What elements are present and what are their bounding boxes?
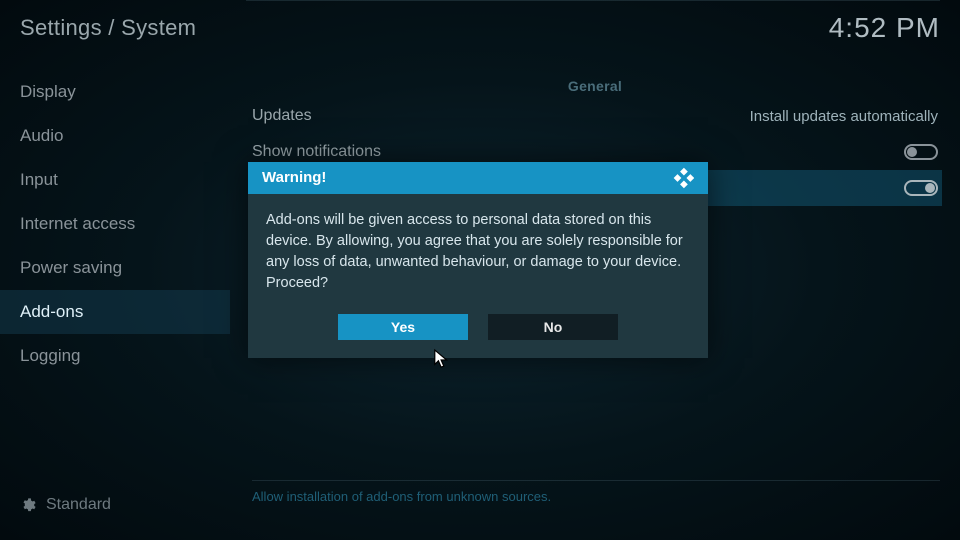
dialog-title: Warning! xyxy=(262,169,326,186)
dialog-overlay: Warning! Add-ons will be given access to… xyxy=(0,0,960,540)
no-button[interactable]: No xyxy=(488,314,618,340)
kodi-icon xyxy=(672,167,694,189)
warning-dialog: Warning! Add-ons will be given access to… xyxy=(248,162,708,358)
dialog-body: Add-ons will be given access to personal… xyxy=(248,194,708,300)
yes-button[interactable]: Yes xyxy=(338,314,468,340)
